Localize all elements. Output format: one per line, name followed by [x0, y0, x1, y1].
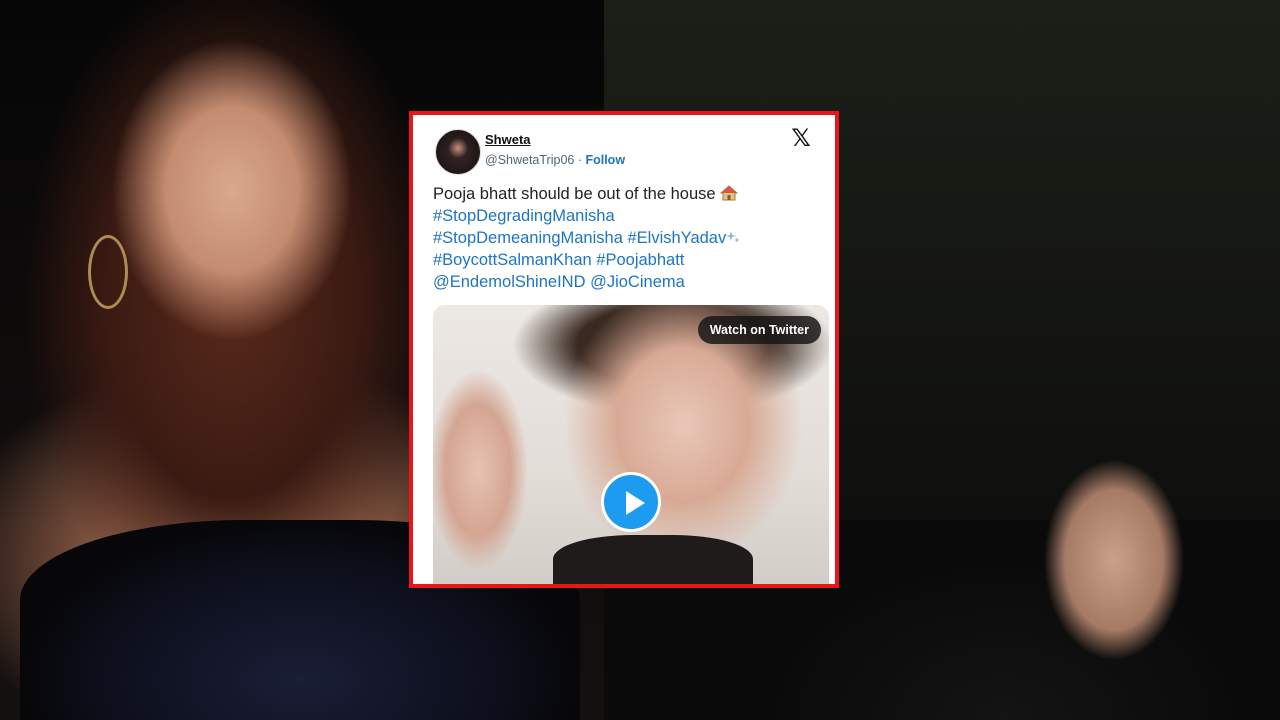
play-icon: [626, 491, 645, 515]
avatar[interactable]: [435, 129, 481, 175]
video-subject-shirt: [553, 535, 753, 584]
hashtag-link[interactable]: #Poojabhatt: [596, 251, 684, 269]
tweet-line-4: #BoycottSalmanKhan #Poojabhatt: [433, 249, 823, 271]
mention-link[interactable]: @EndemolShineIND: [433, 273, 586, 291]
tweet-sentence: Pooja bhatt should be out of the house: [433, 185, 716, 203]
tweet-line-5: @EndemolShineIND @JioCinema: [433, 271, 823, 293]
thumbnail-stage: Shweta @ShwetaTrip06 · Follow 𝕏 Pooja bh…: [0, 0, 1280, 720]
mention-link[interactable]: @JioCinema: [590, 273, 685, 291]
tweet-header: Shweta @ShwetaTrip06 · Follow 𝕏: [433, 125, 825, 175]
handle-row: @ShwetaTrip06 · Follow: [485, 153, 625, 167]
tweet-video-thumbnail[interactable]: Watch on Twitter: [433, 305, 829, 584]
watch-on-twitter-button[interactable]: Watch on Twitter: [697, 316, 821, 344]
hashtag-link[interactable]: #StopDegradingManisha: [433, 207, 615, 225]
tweet-line-3: #StopDemeaningManisha #ElvishYadav: [433, 227, 823, 249]
hoop-earring: [88, 235, 128, 309]
tweet-line-2: #StopDegradingManisha: [433, 205, 823, 227]
hashtag-link[interactable]: #ElvishYadav: [627, 229, 726, 247]
user-block: Shweta @ShwetaTrip06 · Follow: [485, 131, 625, 167]
user-handle[interactable]: @ShwetaTrip06: [485, 153, 574, 167]
x-logo-icon[interactable]: 𝕏: [789, 127, 813, 151]
tweet-line-1: Pooja bhatt should be out of the house: [433, 183, 823, 205]
hashtag-link[interactable]: #BoycottSalmanKhan: [433, 251, 592, 269]
hashtag-link[interactable]: #StopDemeaningManisha: [433, 229, 623, 247]
sparkle-emoji-icon: [726, 231, 741, 243]
raised-hand: [1044, 460, 1184, 670]
follow-link[interactable]: Follow: [585, 153, 625, 167]
embedded-tweet-card[interactable]: Shweta @ShwetaTrip06 · Follow 𝕏 Pooja bh…: [409, 111, 839, 588]
display-name[interactable]: Shweta: [485, 132, 531, 147]
play-button[interactable]: [601, 472, 661, 532]
house-emoji-icon: [720, 185, 739, 201]
tweet-text: Pooja bhatt should be out of the house #…: [433, 183, 823, 293]
separator-dot: ·: [574, 153, 586, 167]
